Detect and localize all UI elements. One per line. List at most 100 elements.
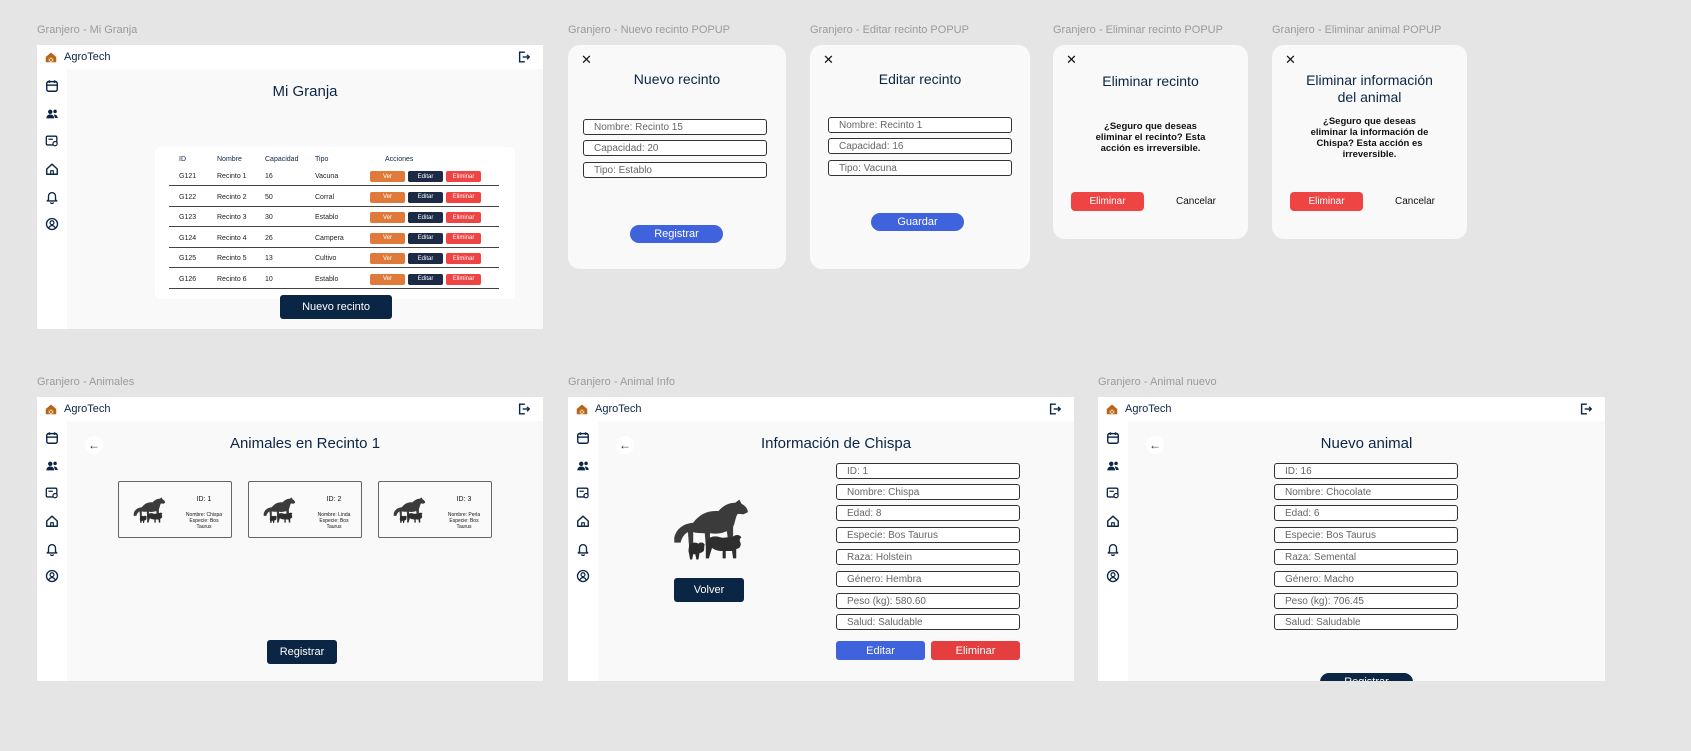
genero-field[interactable]: Género: Hembra	[836, 571, 1020, 587]
editar-button[interactable]: Editar	[408, 273, 443, 285]
nombre-field[interactable]: Nombre: Chocolate	[1274, 484, 1458, 500]
genero-field[interactable]: Género: Macho	[1274, 571, 1458, 587]
eliminar-button[interactable]: Eliminar	[446, 171, 481, 182]
close-icon[interactable]: ✕	[581, 52, 592, 68]
ver-button[interactable]: Ver	[370, 232, 405, 244]
user-circle-icon[interactable]	[45, 217, 59, 231]
bell-icon[interactable]	[45, 190, 59, 204]
ver-button[interactable]: Ver	[370, 273, 405, 285]
mi-granja-frame: AgroTech Mi Granja ID Nombre Capacidad T…	[37, 45, 543, 329]
capacidad-field[interactable]: Capacidad: 16	[828, 138, 1012, 154]
eliminar-button[interactable]: Eliminar	[446, 232, 481, 244]
bell-icon[interactable]	[45, 542, 59, 556]
editar-button[interactable]: Editar	[408, 232, 443, 244]
eliminar-button[interactable]: Eliminar	[446, 253, 481, 264]
users-icon[interactable]	[45, 107, 59, 121]
ver-button[interactable]: Ver	[370, 253, 405, 264]
table-cell: 30	[265, 214, 273, 221]
home-icon[interactable]	[45, 514, 59, 528]
animal-card[interactable]: ID: 1 Nombre: Chispa Especie: Bos Taurus	[118, 481, 232, 538]
raza-field[interactable]: Raza: Holstein	[836, 549, 1020, 565]
user-circle-icon[interactable]	[45, 569, 59, 583]
registrar-button[interactable]: Registrar	[267, 640, 337, 664]
certificate-icon[interactable]	[1106, 486, 1120, 500]
editar-button[interactable]: Editar	[408, 253, 443, 264]
editar-button[interactable]: Editar	[836, 641, 925, 660]
calendar-icon[interactable]	[45, 79, 59, 93]
eliminar-button[interactable]: Eliminar	[1290, 192, 1363, 211]
home-icon[interactable]	[576, 514, 590, 528]
nombre-field[interactable]: Nombre: Recinto 1	[828, 117, 1012, 133]
animal-card[interactable]: ID: 3 Nombre: Perla Especie: Bos Taurus	[378, 481, 492, 538]
nombre-field[interactable]: Nombre: Chispa	[836, 484, 1020, 500]
capacidad-field[interactable]: Capacidad: 20	[583, 140, 767, 156]
eliminar-button[interactable]: Eliminar	[1071, 192, 1144, 211]
peso-field[interactable]: Peso (kg): 580.60	[836, 593, 1020, 609]
edad-field[interactable]: Edad: 8	[836, 505, 1020, 521]
ver-button[interactable]: Ver	[370, 212, 405, 223]
confirm-message: ¿Seguro que deseas eliminar la informaci…	[1272, 116, 1467, 160]
edad-field[interactable]: Edad: 6	[1274, 505, 1458, 521]
ver-button[interactable]: Ver	[370, 171, 405, 182]
user-circle-icon[interactable]	[1106, 569, 1120, 583]
frame-label-editar-recinto: Granjero - Editar recinto POPUP	[810, 24, 969, 36]
row-divider	[169, 246, 499, 248]
bell-icon[interactable]	[1106, 542, 1120, 556]
eliminar-button[interactable]: Eliminar	[446, 191, 481, 203]
animal-card[interactable]: ID: 2 Nombre: Linda Especie: Bos Taurus	[248, 481, 362, 538]
nombre-field[interactable]: Nombre: Recinto 15	[583, 119, 767, 135]
editar-button[interactable]: Editar	[408, 212, 443, 223]
eliminar-animal-popup: ✕ Eliminar información del animal ¿Segur…	[1272, 45, 1467, 239]
calendar-icon[interactable]	[45, 431, 59, 445]
close-icon[interactable]: ✕	[1066, 52, 1077, 68]
logout-icon[interactable]	[517, 50, 531, 64]
certificate-icon[interactable]	[45, 134, 59, 148]
especie-field[interactable]: Especie: Bos Taurus	[836, 527, 1020, 543]
logout-icon[interactable]	[1579, 402, 1593, 416]
close-icon[interactable]: ✕	[1285, 52, 1296, 68]
salud-field[interactable]: Salud: Saludable	[836, 614, 1020, 630]
eliminar-recinto-popup: ✕ Eliminar recinto ¿Seguro que deseas el…	[1053, 45, 1248, 239]
topbar: AgroTech	[568, 397, 1074, 421]
nuevo-recinto-button[interactable]: Nuevo recinto	[280, 295, 392, 319]
salud-field[interactable]: Salud: Saludable	[1274, 614, 1458, 630]
logout-icon[interactable]	[1048, 402, 1062, 416]
animals-icon	[131, 496, 167, 524]
table-header-tipo: Tipo	[315, 156, 329, 163]
cancelar-button[interactable]: Cancelar	[1166, 192, 1226, 211]
eliminar-button[interactable]: Eliminar	[931, 641, 1020, 660]
calendar-icon[interactable]	[576, 431, 590, 445]
home-icon[interactable]	[45, 162, 59, 176]
users-icon[interactable]	[45, 459, 59, 473]
calendar-icon[interactable]	[1106, 431, 1120, 445]
certificate-icon[interactable]	[45, 486, 59, 500]
ver-button[interactable]: Ver	[370, 191, 405, 203]
volver-button[interactable]: Volver	[674, 578, 744, 602]
id-field[interactable]: ID: 16	[1274, 463, 1458, 479]
eliminar-button[interactable]: Eliminar	[446, 273, 481, 285]
registrar-button[interactable]: Registrar	[1320, 673, 1413, 681]
users-icon[interactable]	[1106, 459, 1120, 473]
user-circle-icon[interactable]	[576, 569, 590, 583]
raza-field[interactable]: Raza: Semental	[1274, 549, 1458, 565]
especie-field[interactable]: Especie: Bos Taurus	[1274, 527, 1458, 543]
frame-label-animal-nuevo: Granjero - Animal nuevo	[1098, 376, 1217, 388]
peso-field[interactable]: Peso (kg): 706.45	[1274, 593, 1458, 609]
table-cell: Recinto 5	[217, 255, 247, 262]
close-icon[interactable]: ✕	[823, 52, 834, 68]
editar-button[interactable]: Editar	[408, 191, 443, 203]
id-field[interactable]: ID: 1	[836, 463, 1020, 479]
editar-button[interactable]: Editar	[408, 171, 443, 182]
logout-icon[interactable]	[517, 402, 531, 416]
home-icon[interactable]	[1106, 514, 1120, 528]
animal-id: ID: 3	[456, 496, 472, 503]
cancelar-button[interactable]: Cancelar	[1385, 192, 1445, 211]
tipo-field[interactable]: Tipo: Establo	[583, 162, 767, 178]
certificate-icon[interactable]	[576, 486, 590, 500]
eliminar-button[interactable]: Eliminar	[446, 212, 481, 223]
registrar-button[interactable]: Registrar	[630, 225, 723, 243]
guardar-button[interactable]: Guardar	[871, 213, 964, 231]
tipo-field[interactable]: Tipo: Vacuna	[828, 160, 1012, 176]
users-icon[interactable]	[576, 459, 590, 473]
bell-icon[interactable]	[576, 542, 590, 556]
